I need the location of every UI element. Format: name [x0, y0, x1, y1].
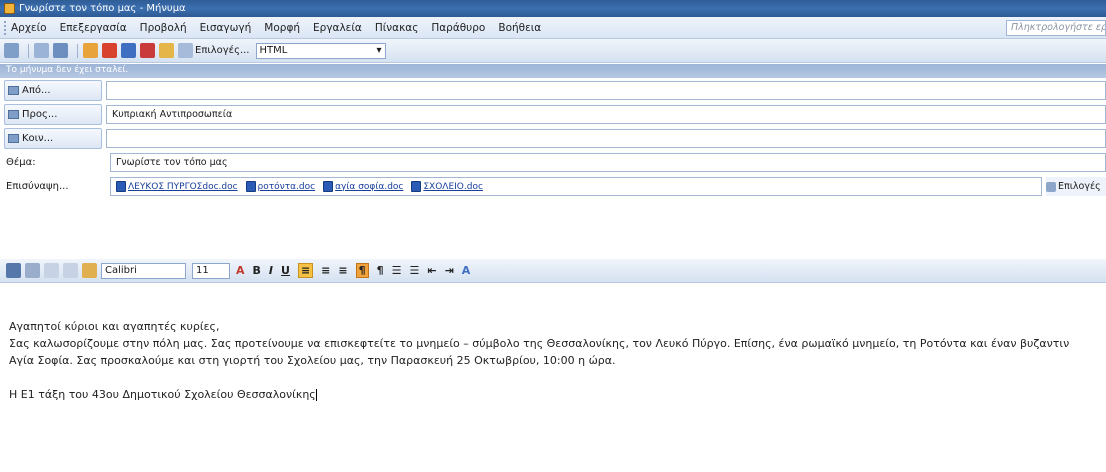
attachment-item[interactable]: ΣΧΟΛΕΙΟ.doc: [411, 181, 483, 192]
attachment-item[interactable]: ΛΕΥΚΟΣ ΠΥΡΓΟΣdoc.doc: [116, 181, 238, 192]
follow-up-flag-icon[interactable]: [140, 43, 155, 58]
subject-field[interactable]: Γνωρίστε τον τόπο μας: [110, 153, 1106, 172]
attach-row: Επισύναψη... ΛΕΥΚΟΣ ΠΥΡΓΟΣdoc.doc ροτόντ…: [0, 175, 1106, 198]
cc-label: Κοιν...: [22, 133, 54, 144]
align-right-icon[interactable]: ≡: [338, 264, 347, 277]
ask-question-box[interactable]: Πληκτρολογήστε ερ: [1006, 20, 1106, 36]
chevron-down-icon: ▾: [376, 45, 382, 56]
menu-table[interactable]: Πίνακας: [375, 22, 419, 34]
toolbar-separator: [28, 43, 29, 58]
word-document-icon: [411, 181, 422, 192]
subject-label: Θέμα:: [6, 157, 36, 168]
align-center-icon[interactable]: ≡: [321, 264, 330, 277]
greeting-line: Αγαπητοί κύριοι και αγαπητές κυρίες,: [9, 320, 220, 333]
options-button[interactable]: Επιλογές...: [178, 43, 250, 58]
from-row: Από...: [0, 79, 1106, 102]
menu-view[interactable]: Προβολή: [140, 22, 187, 34]
message-header: Από... Προς... Κυπριακή Αντιπροσωπεία Κο…: [0, 79, 1106, 199]
options-icon: [178, 43, 193, 58]
signature-text: Η Ε1 τάξη του 43ου Δημοτικού Σχολείου Θε…: [9, 388, 316, 401]
attach-label[interactable]: Επισύναψη...: [0, 176, 106, 197]
cc-button[interactable]: Κοιν...: [4, 128, 102, 149]
to-label: Προς...: [22, 109, 58, 120]
check-names-icon[interactable]: [53, 43, 68, 58]
cut-icon[interactable]: [44, 263, 59, 278]
send-icon[interactable]: [4, 43, 19, 58]
window-titlebar: Γνωρίστε τον τόπο μας - Μήνυμα: [0, 0, 1106, 17]
menu-tools[interactable]: Εργαλεία: [313, 22, 362, 34]
permission-icon[interactable]: [159, 43, 174, 58]
menu-bar: Αρχείο Επεξεργασία Προβολή Εισαγωγή Μορφ…: [0, 17, 1106, 39]
low-importance-icon[interactable]: [121, 43, 136, 58]
menu-format[interactable]: Μορφή: [264, 22, 300, 34]
attachment-item[interactable]: ροτόντα.doc: [245, 181, 315, 192]
address-book-icon: [8, 86, 19, 95]
italic-icon[interactable]: I: [269, 264, 273, 277]
decrease-indent-icon[interactable]: ⇤: [427, 264, 436, 277]
from-button[interactable]: Από...: [4, 80, 102, 101]
cc-field[interactable]: [106, 129, 1106, 148]
from-field[interactable]: [106, 81, 1106, 100]
paste-icon[interactable]: [82, 263, 97, 278]
to-button[interactable]: Προς...: [4, 104, 102, 125]
text-cursor: [315, 389, 317, 401]
font-color-icon[interactable]: A: [236, 264, 245, 277]
copy-icon[interactable]: [63, 263, 78, 278]
increase-indent-icon[interactable]: ⇥: [445, 264, 454, 277]
styles-icon[interactable]: A: [462, 264, 471, 277]
options-label: Επιλογές...: [195, 45, 250, 56]
rtl-direction-icon[interactable]: ¶: [377, 264, 384, 277]
message-format-value: HTML: [259, 45, 288, 56]
attachment-options-button[interactable]: Επιλογές: [1046, 177, 1106, 196]
to-row: Προς... Κυπριακή Αντιπροσωπεία: [0, 103, 1106, 126]
menu-edit[interactable]: Επεξεργασία: [60, 22, 127, 34]
to-field[interactable]: Κυπριακή Αντιπροσωπεία: [106, 105, 1106, 124]
align-left-icon[interactable]: ≡: [297, 263, 314, 278]
menu-window[interactable]: Παράθυρο: [431, 22, 485, 34]
address-book-icon: [8, 110, 19, 119]
body-line-1: Σας καλωσορίζουμε στην πόλη μας. Σας προ…: [9, 337, 1070, 350]
body-line-2: Αγία Σοφία. Σας προσκαλούμε και στη γιορ…: [9, 354, 616, 367]
word-document-icon: [245, 181, 256, 192]
standard-toolbar: Επιλογές... HTML ▾: [0, 39, 1106, 63]
save-icon[interactable]: [6, 263, 21, 278]
message-body[interactable]: Αγαπητοί κύριοι και αγαπητές κυρίες, Σας…: [0, 283, 1106, 472]
window-title: Γνωρίστε τον τόπο μας - Μήνυμα: [19, 3, 186, 14]
menu-help[interactable]: Βοήθεια: [498, 22, 541, 34]
attachment-options-icon: [1046, 181, 1056, 192]
attach-file-icon[interactable]: [83, 43, 98, 58]
attachment-item[interactable]: αγία σοφία.doc: [323, 181, 403, 192]
formatting-toolbar: Calibri 11 A B I U ≡ ≡ ≡ ¶ ¶ ☰ ☰ ⇤ ⇥ A: [0, 259, 1106, 283]
bullets-icon[interactable]: ☰: [409, 264, 419, 277]
message-format-select[interactable]: HTML ▾: [255, 42, 386, 59]
numbering-icon[interactable]: ☰: [392, 264, 402, 277]
address-book-icon[interactable]: [34, 43, 49, 58]
address-book-icon: [8, 134, 19, 143]
menu-insert[interactable]: Εισαγωγή: [200, 22, 252, 34]
signature-line: Η Ε1 τάξη του 43ου Δημοτικού Σχολείου Θε…: [9, 386, 1097, 403]
toolbar-separator: [77, 43, 78, 58]
ltr-direction-icon[interactable]: ¶: [355, 263, 369, 278]
underline-icon[interactable]: U: [281, 264, 290, 277]
outlook-message-icon: [4, 3, 15, 14]
cc-row: Κοιν...: [0, 127, 1106, 150]
toolbar-grip[interactable]: [4, 20, 7, 35]
bold-icon[interactable]: B: [253, 264, 261, 277]
from-label: Από...: [22, 85, 51, 96]
print-icon[interactable]: [25, 263, 40, 278]
menu-file[interactable]: Αρχείο: [11, 22, 47, 34]
info-bar: Το μήνυμα δεν έχει σταλεί.: [0, 64, 1106, 78]
high-importance-icon[interactable]: [102, 43, 117, 58]
subject-row: Θέμα: Γνωρίστε τον τόπο μας: [0, 151, 1106, 174]
word-document-icon: [116, 181, 126, 192]
word-document-icon: [323, 181, 334, 192]
font-select[interactable]: Calibri: [101, 262, 186, 279]
font-size-select[interactable]: 11: [192, 262, 230, 279]
attachments-field: ΛΕΥΚΟΣ ΠΥΡΓΟΣdoc.doc ροτόντα.doc αγία σο…: [110, 177, 1042, 196]
